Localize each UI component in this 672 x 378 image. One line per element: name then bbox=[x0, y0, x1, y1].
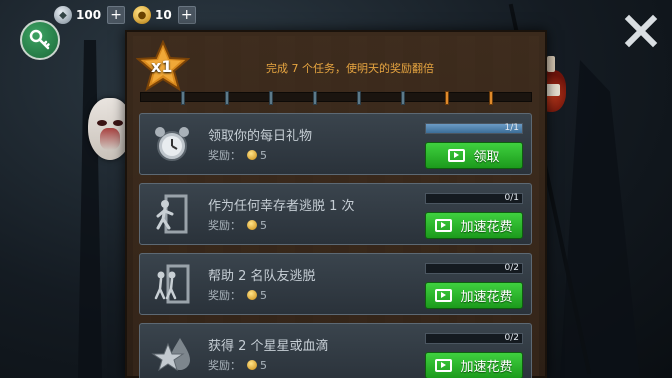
task-title: 帮助 2 名队友逃脱 bbox=[208, 269, 316, 284]
milestone-tick bbox=[181, 91, 185, 105]
tv-icon bbox=[435, 219, 453, 232]
tv-icon bbox=[435, 289, 453, 302]
speed-up-button-label: 加速花费 bbox=[460, 290, 513, 305]
reward-label: 奖励： bbox=[208, 359, 241, 372]
task-progress-text: 0/2 bbox=[504, 263, 519, 273]
gold-coin-icon bbox=[247, 220, 257, 230]
task-progress-bar: 1/1 bbox=[425, 123, 523, 134]
reward-label: 奖励： bbox=[208, 149, 241, 162]
task-title: 获得 2 个星星或血滴 bbox=[208, 339, 329, 354]
background-tree bbox=[78, 40, 102, 378]
task-progress-bar: 0/2 bbox=[425, 263, 523, 274]
task-progress-bar: 0/1 bbox=[425, 193, 523, 204]
speed-up-button-label: 加速花费 bbox=[460, 220, 513, 235]
reward-amount: 5 bbox=[260, 358, 267, 372]
speed-up-button[interactable]: 加速花费 bbox=[425, 352, 523, 378]
task-reward: 奖励： 5 bbox=[208, 217, 267, 233]
task-progress-text: 1/1 bbox=[504, 123, 519, 133]
gold-coin-icon: ● bbox=[133, 6, 151, 24]
key-icon bbox=[29, 29, 50, 50]
close-icon bbox=[624, 14, 658, 48]
task-reward: 奖励： 5 bbox=[208, 357, 267, 373]
reward-amount: 5 bbox=[260, 148, 267, 162]
silver-currency: ◆ 100 + bbox=[54, 6, 126, 24]
gold-coin-icon bbox=[247, 360, 257, 370]
milestone-tick bbox=[269, 91, 273, 105]
gold-coin-icon bbox=[247, 290, 257, 300]
reward-amount: 5 bbox=[260, 218, 267, 232]
tv-icon bbox=[448, 149, 466, 162]
task-card: 作为任何幸存者逃脱 1 次 奖励： 5 0/1 加速花费 bbox=[139, 183, 532, 245]
star-blood-icon bbox=[150, 332, 194, 376]
milestone-tick bbox=[225, 91, 229, 105]
speed-up-button[interactable]: 加速花费 bbox=[425, 212, 523, 239]
gold-coin-icon bbox=[247, 150, 257, 160]
milestone-tick bbox=[357, 91, 361, 105]
task-goal-text: 完成 7 个任务，使明天的奖励翻倍 bbox=[266, 62, 434, 75]
add-silver-button[interactable]: + bbox=[107, 6, 126, 24]
reward-label: 奖励： bbox=[208, 289, 241, 302]
speed-up-button[interactable]: 加速花费 bbox=[425, 282, 523, 309]
milestone-tick bbox=[313, 91, 317, 105]
team-escape-icon bbox=[150, 262, 194, 306]
task-title: 领取你的每日礼物 bbox=[208, 129, 313, 144]
background-tree bbox=[560, 60, 640, 378]
top-bar: ◆ 100 + ● 10 + bbox=[0, 0, 672, 32]
silver-amount: 100 bbox=[76, 8, 102, 22]
claim-button-label: 领取 bbox=[473, 150, 500, 165]
silver-coin-icon: ◆ bbox=[54, 6, 72, 24]
task-progress-text: 0/1 bbox=[504, 193, 519, 203]
profile-button[interactable] bbox=[20, 20, 60, 60]
multiplier-badge: x1 bbox=[135, 39, 191, 92]
milestone-tick bbox=[489, 91, 493, 105]
add-gold-button[interactable]: + bbox=[177, 6, 196, 24]
task-progress-bar: 0/2 bbox=[425, 333, 523, 344]
task-card: 获得 2 个星星或血滴 奖励： 5 0/2 加速花费 bbox=[139, 323, 532, 378]
task-reward: 奖励： 5 bbox=[208, 147, 267, 163]
close-button[interactable] bbox=[624, 14, 658, 48]
milestone-tick bbox=[401, 91, 405, 105]
task-progress-text: 0/2 bbox=[504, 333, 519, 343]
milestone-track bbox=[140, 91, 532, 105]
claim-button[interactable]: 领取 bbox=[425, 142, 523, 169]
multiplier-text: x1 bbox=[151, 57, 173, 76]
alarm-clock-icon bbox=[150, 122, 194, 166]
tv-icon bbox=[435, 359, 453, 372]
milestone-tick bbox=[445, 91, 449, 105]
escape-door-icon bbox=[150, 192, 194, 236]
task-card: 领取你的每日礼物 奖励： 5 1/1 领取 bbox=[139, 113, 532, 175]
task-reward: 奖励： 5 bbox=[208, 287, 267, 303]
task-title: 作为任何幸存者逃脱 1 次 bbox=[208, 199, 355, 214]
reward-label: 奖励： bbox=[208, 219, 241, 232]
task-card: 帮助 2 名队友逃脱 奖励： 5 0/2 加速花费 bbox=[139, 253, 532, 315]
reward-amount: 5 bbox=[260, 288, 267, 302]
speed-up-button-label: 加速花费 bbox=[460, 360, 513, 375]
gold-amount: 10 bbox=[155, 8, 172, 22]
gold-currency: ● 10 + bbox=[133, 6, 196, 24]
